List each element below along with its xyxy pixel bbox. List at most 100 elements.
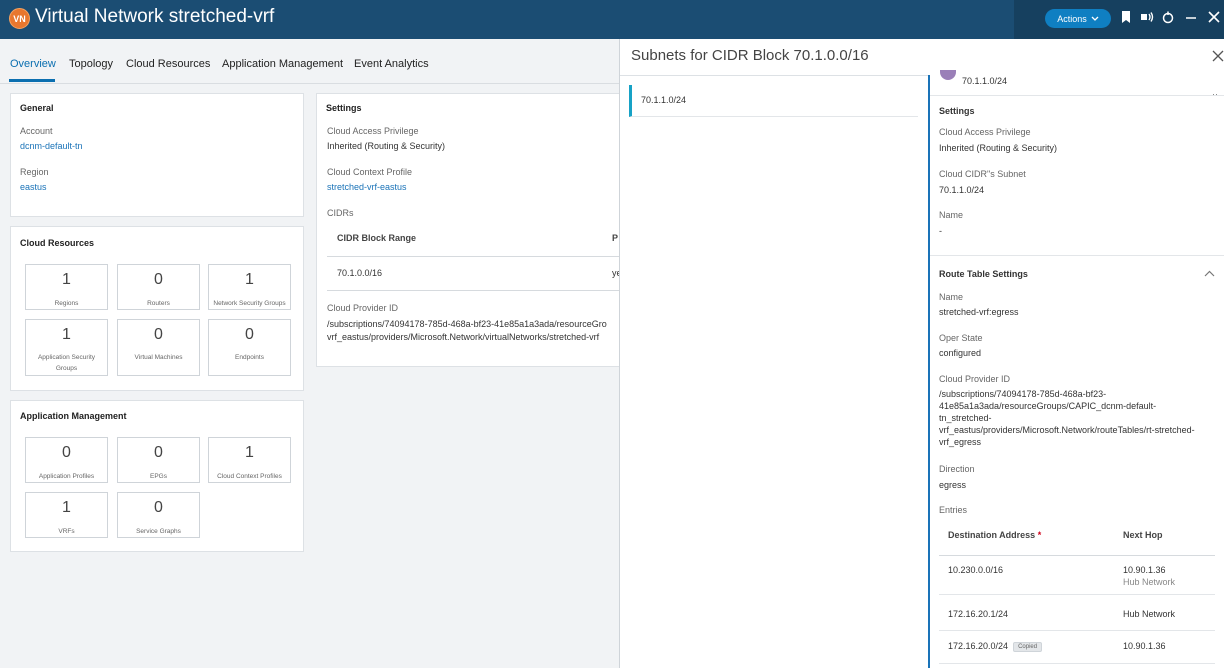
actions-button[interactable]: Actions: [1045, 9, 1111, 28]
close-icon[interactable]: [1207, 10, 1223, 28]
tab-topology[interactable]: Topology: [69, 58, 113, 70]
vn-badge-icon: VN: [9, 8, 30, 29]
oper-state-label: Oper State: [939, 333, 983, 343]
account-link[interactable]: dcnm-default-tn: [20, 141, 83, 151]
cloud-access-privilege-label: Cloud Access Privilege: [327, 126, 419, 136]
entry-next-hop: Hub Network: [1123, 609, 1176, 619]
detail-settings-title: Settings: [939, 106, 975, 116]
drawer-title: Subnets for CIDR Block 70.1.0.0/16: [631, 47, 869, 64]
bookmark-icon[interactable]: [1119, 10, 1135, 28]
more-options-icon[interactable]: ··: [1212, 89, 1218, 99]
rt-provider-id-line: vrf_eastus/providers/Microsoft.Network/r…: [939, 425, 1195, 435]
tab-bar: Overview Topology Cloud Resources Applic…: [0, 39, 620, 84]
detail-access-label: Cloud Access Privilege: [939, 127, 1031, 137]
tab-application-management[interactable]: Application Management: [222, 58, 343, 70]
minimize-icon[interactable]: [1184, 10, 1200, 28]
cloud-resources-card: Cloud Resources 1 Regions 0 Routers 1 Ne…: [10, 226, 304, 391]
entry-destination: 10.230.0.0/16: [948, 565, 1004, 575]
entry-destination: 172.16.20.0/24 Copied: [948, 641, 1043, 652]
stat-application-profiles[interactable]: 0 Application Profiles: [25, 437, 108, 483]
detail-divider: [930, 95, 1224, 96]
subnet-detail-panel: 70.1.1.0/24 ·· Settings Cloud Access Pri…: [928, 70, 1224, 668]
account-label: Account: [20, 126, 53, 136]
cidr-block-range-header: CIDR Block Range: [337, 233, 417, 243]
direction-value: egress: [939, 480, 967, 490]
stat-virtual-machines[interactable]: 0 Virtual Machines: [117, 319, 200, 376]
detail-divider: [930, 255, 1224, 256]
entry-next-hop: 10.90.1.36: [1123, 641, 1166, 651]
rt-name-value: stretched-vrf:egress: [939, 307, 1019, 317]
stat-regions[interactable]: 1 Regions: [25, 264, 108, 310]
next-hop-header: Next Hop: [1123, 530, 1163, 540]
subnet-item-label: 70.1.1.0/24: [641, 95, 687, 105]
entry-next-hop: 10.90.1.36: [1123, 565, 1166, 575]
subnets-drawer: Subnets for CIDR Block 70.1.0.0/16 70.1.…: [619, 39, 1224, 668]
settings-title: Settings: [326, 103, 362, 113]
stat-epgs[interactable]: 0 EPGs: [117, 437, 200, 483]
detail-name-value: -: [939, 226, 942, 236]
stat-vrfs[interactable]: 1 VRFs: [25, 492, 108, 538]
table-row-divider: [939, 630, 1215, 631]
cloud-context-profile-link[interactable]: stretched-vrf-eastus: [327, 182, 407, 192]
detail-subnet-label: Cloud CIDR"s Subnet: [939, 169, 1026, 179]
rt-provider-id-line: 41e85a1a3ada/resourceGroups/CAPIC_dcnm-d…: [939, 401, 1157, 411]
detail-header-subnet: 70.1.1.0/24: [962, 76, 1008, 86]
stat-cloud-context-profiles[interactable]: 1 Cloud Context Profiles: [208, 437, 291, 483]
detail-access-value: Inherited (Routing & Security): [939, 143, 1058, 153]
drawer-close-icon[interactable]: [1212, 50, 1224, 62]
tab-cloud-resources[interactable]: Cloud Resources: [126, 58, 210, 70]
stat-endpoints[interactable]: 0 Endpoints: [208, 319, 291, 376]
table-divider: [327, 256, 635, 257]
cloud-resources-title: Cloud Resources: [20, 238, 95, 248]
stat-service-graphs[interactable]: 0 Service Graphs: [117, 492, 200, 538]
entry-next-hop-network: Hub Network: [1123, 577, 1176, 587]
cloud-context-profile-label: Cloud Context Profile: [327, 167, 413, 177]
cloud-access-privilege-value: Inherited (Routing & Security): [327, 141, 446, 151]
oper-state-value: configured: [939, 348, 982, 358]
actions-label: Actions: [1057, 13, 1087, 24]
detail-name-label: Name: [939, 210, 964, 220]
detail-subnet-value: 70.1.1.0/24: [939, 185, 985, 195]
copied-badge: Copied: [1013, 641, 1043, 652]
table-divider: [939, 555, 1215, 556]
chevron-up-icon[interactable]: [1204, 269, 1215, 281]
cloud-provider-id-line1: /subscriptions/74094178-785d-468a-bf23-4…: [327, 319, 607, 329]
direction-label: Direction: [939, 464, 975, 474]
region-label: Region: [20, 167, 49, 177]
entry-destination: 172.16.20.1/24: [948, 609, 1009, 619]
subnet-avatar-icon: [940, 70, 956, 80]
tab-overview[interactable]: Overview: [10, 58, 56, 70]
general-card: General Account dcnm-default-tn Region e…: [10, 93, 304, 217]
stat-routers[interactable]: 0 Routers: [117, 264, 200, 310]
settings-card: Settings Cloud Access Privilege Inherite…: [316, 93, 636, 367]
tab-event-analytics[interactable]: Event Analytics: [354, 58, 429, 70]
table-divider: [327, 290, 635, 291]
cidr-row-range: 70.1.0.0/16: [337, 268, 383, 278]
cidrs-label: CIDRs: [327, 208, 354, 218]
feedback-icon[interactable]: [1140, 10, 1156, 28]
application-management-card: Application Management 0 Application Pro…: [10, 400, 304, 552]
chevron-down-icon: [1091, 16, 1099, 21]
rt-provider-id-line: tn_stretched-: [939, 413, 992, 423]
table-row-divider: [939, 594, 1215, 595]
stat-network-security-groups[interactable]: 1 Network Security Groups: [208, 264, 291, 310]
primary-header: P: [612, 233, 619, 243]
rt-provider-id-line: /subscriptions/74094178-785d-468a-bf23-: [939, 389, 1107, 399]
route-table-settings-title: Route Table Settings: [939, 269, 1028, 279]
subnet-list-item[interactable]: 70.1.1.0/24: [629, 85, 918, 117]
stat-application-security-groups[interactable]: 1 Application Security Groups: [25, 319, 108, 376]
page-title: Virtual Network stretched-vrf: [35, 6, 275, 27]
general-title: General: [20, 103, 54, 113]
required-marker: *: [1037, 530, 1042, 540]
application-management-title: Application Management: [20, 411, 127, 421]
cloud-provider-id-label: Cloud Provider ID: [327, 303, 399, 313]
entries-label: Entries: [939, 505, 968, 515]
region-link[interactable]: eastus: [20, 182, 47, 192]
refresh-icon[interactable]: [1161, 10, 1177, 28]
table-row-divider: [939, 663, 1215, 664]
cloud-provider-id-line2: vrf_eastus/providers/Microsoft.Network/v…: [327, 332, 600, 342]
rt-provider-id-line: vrf_egress: [939, 437, 982, 447]
rt-name-label: Name: [939, 292, 964, 302]
rt-provider-id-label: Cloud Provider ID: [939, 374, 1011, 384]
app-header: VN Virtual Network stretched-vrf Actions: [0, 0, 1224, 39]
